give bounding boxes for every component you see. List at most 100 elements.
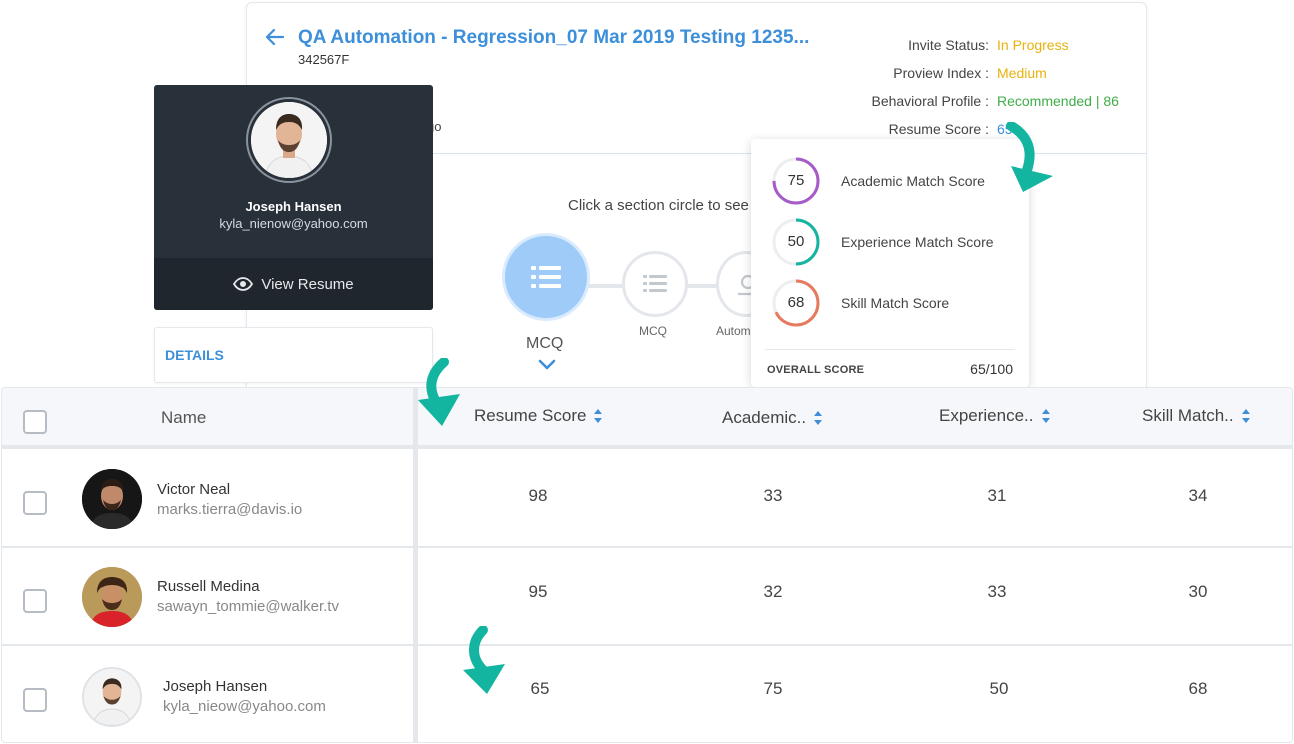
section-label: MCQ	[639, 324, 667, 338]
resume-score-cell: 98	[528, 486, 548, 505]
chevron-down-icon[interactable]	[538, 359, 556, 371]
score-value: 50	[787, 233, 805, 250]
status-value: Medium	[997, 65, 1047, 81]
column-header-academic[interactable]: Academic..	[722, 408, 823, 428]
academic-cell: 75	[763, 679, 783, 698]
details-panel: DETAILS	[154, 327, 433, 383]
sort-icon[interactable]	[1241, 409, 1250, 423]
academic-cell: 32	[763, 582, 783, 601]
profile-email: kyla_nienow@yahoo.com	[219, 216, 368, 231]
table-row[interactable]: Joseph Hansen kyla_nieow@yahoo.com 65 75…	[2, 647, 1292, 742]
resume-score-cell: 65	[530, 679, 550, 698]
column-header-label: Experience..	[939, 406, 1034, 425]
behavioral-profile-row: Behavioral Profile : Recommended | 86	[822, 87, 1122, 115]
column-header-label: Academic..	[722, 408, 807, 427]
person-avatar-icon	[251, 102, 327, 178]
divider	[765, 349, 1015, 350]
list-icon	[531, 266, 561, 288]
status-list: Invite Status: In Progress Proview Index…	[822, 31, 1122, 143]
column-header-name[interactable]: Name	[161, 408, 206, 428]
section-connector	[686, 284, 716, 288]
skill-cell: 34	[1188, 486, 1208, 505]
eye-icon	[233, 277, 254, 291]
row-checkbox[interactable]	[23, 491, 47, 515]
avatar-ring	[246, 97, 332, 183]
skill-cell: 68	[1188, 679, 1208, 698]
row-checkbox[interactable]	[23, 688, 47, 712]
score-ring: 50	[771, 217, 821, 267]
sort-icon[interactable]	[594, 409, 603, 423]
view-resume-label: View Resume	[261, 275, 354, 293]
score-label: Experience Match Score	[841, 234, 994, 250]
avatar	[251, 102, 327, 178]
overall-score-value: 65/100	[970, 361, 1013, 377]
score-value: 68	[787, 294, 805, 311]
back-arrow-icon[interactable]	[263, 25, 287, 49]
score-ring: 75	[771, 156, 821, 206]
experience-cell: 33	[987, 582, 1007, 601]
details-tab[interactable]: DETAILS	[165, 347, 224, 363]
avatar	[82, 667, 142, 727]
column-header-label: Skill Match..	[1142, 406, 1234, 425]
status-value[interactable]: Recommended | 86	[997, 93, 1122, 109]
assessment-code: 342567F	[298, 52, 350, 67]
assessment-title[interactable]: QA Automation - Regression_07 Mar 2019 T…	[298, 27, 809, 49]
column-header-skill[interactable]: Skill Match..	[1142, 406, 1250, 426]
person-avatar-icon	[82, 469, 142, 529]
candidate-name[interactable]: Joseph Hansen	[163, 678, 267, 695]
curved-arrow-icon	[463, 626, 505, 694]
experience-match-row: 50 Experience Match Score	[771, 216, 994, 268]
proview-index-row: Proview Index : Medium	[822, 59, 1122, 87]
section-connector	[588, 284, 622, 288]
candidate-name[interactable]: Russell Medina	[157, 578, 260, 595]
sort-icon[interactable]	[814, 411, 823, 425]
score-label: Academic Match Score	[841, 173, 985, 189]
person-avatar-icon	[84, 669, 140, 725]
score-label: Skill Match Score	[841, 295, 950, 311]
status-label: Behavioral Profile :	[871, 93, 989, 109]
section-label: MCQ	[526, 335, 564, 352]
status-label: Resume Score :	[888, 121, 989, 137]
column-header-experience[interactable]: Experience..	[939, 406, 1050, 426]
column-divider	[413, 388, 418, 742]
status-label: Invite Status:	[908, 37, 989, 53]
status-value: In Progress	[997, 37, 1069, 53]
curved-arrow-icon	[1006, 122, 1053, 192]
column-header-resume-score[interactable]: Resume Score	[474, 406, 603, 426]
section-circle-mcq-active[interactable]	[502, 233, 590, 321]
resume-score-cell: 95	[528, 582, 548, 601]
resume-score-popover: 75 Academic Match Score 50 Experience Ma…	[751, 139, 1029, 387]
experience-cell: 31	[987, 486, 1007, 505]
score-ring: 68	[771, 278, 821, 328]
candidate-email: kyla_nieow@yahoo.com	[163, 698, 326, 715]
table-row[interactable]: Russell Medina sawayn_tommie@walker.tv 9…	[2, 549, 1292, 646]
row-checkbox[interactable]	[23, 589, 47, 613]
list-icon	[643, 275, 667, 292]
skill-cell: 30	[1188, 582, 1208, 601]
curved-arrow-icon	[418, 358, 460, 426]
column-header-label: Resume Score	[474, 406, 587, 425]
view-resume-button[interactable]: View Resume	[154, 258, 433, 310]
section-label: Autom	[716, 324, 751, 338]
academic-match-row: 75 Academic Match Score	[771, 155, 985, 207]
candidate-profile-card: Joseph Hansen kyla_nienow@yahoo.com View…	[154, 85, 433, 310]
skill-match-row: 68 Skill Match Score	[771, 277, 949, 329]
section-circle-mcq[interactable]	[622, 251, 688, 317]
status-label: Proview Index :	[893, 65, 989, 81]
avatar	[82, 469, 142, 529]
invite-status-row: Invite Status: In Progress	[822, 31, 1122, 59]
experience-cell: 50	[989, 679, 1009, 698]
candidate-email: marks.tierra@davis.io	[157, 501, 303, 518]
sort-icon[interactable]	[1041, 409, 1050, 423]
avatar	[82, 567, 142, 627]
score-value: 75	[787, 172, 805, 189]
academic-cell: 33	[763, 486, 783, 505]
overall-score-label: OVERALL SCORE	[767, 364, 865, 376]
section-hint: Click a section circle to see	[568, 197, 749, 214]
candidate-name[interactable]: Victor Neal	[157, 481, 230, 498]
person-avatar-icon	[82, 567, 142, 627]
candidate-email: sawayn_tommie@walker.tv	[157, 598, 339, 615]
profile-name: Joseph Hansen	[245, 199, 342, 214]
table-row[interactable]: Victor Neal marks.tierra@davis.io 98 33 …	[2, 451, 1292, 548]
select-all-checkbox[interactable]	[23, 410, 47, 434]
